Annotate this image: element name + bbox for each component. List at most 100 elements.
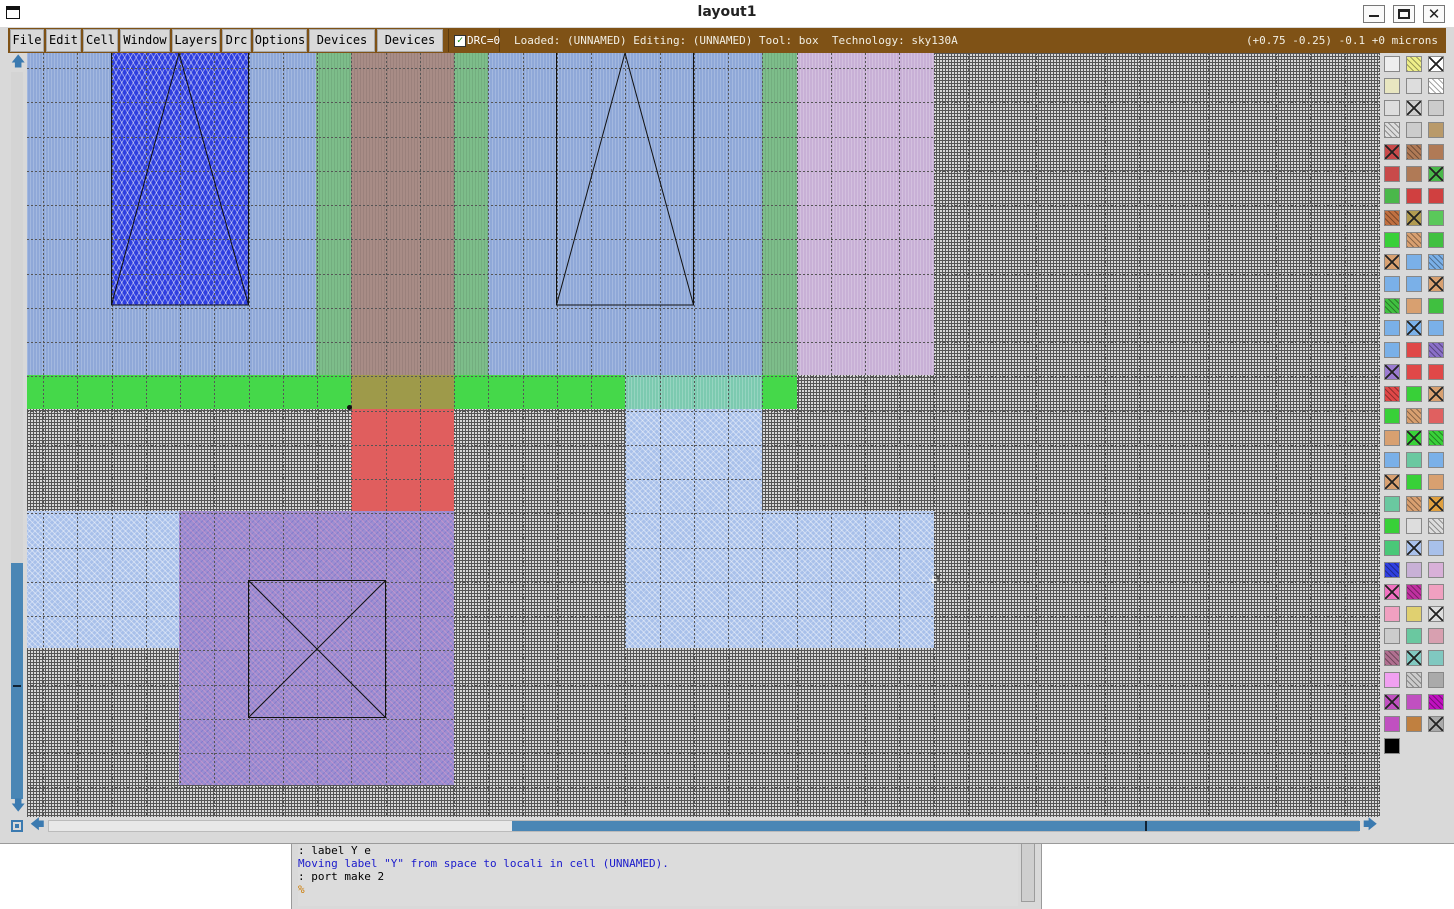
layout-canvas[interactable]: Y bbox=[27, 53, 1380, 817]
layer-swatch[interactable] bbox=[1406, 386, 1422, 402]
layer-swatch[interactable] bbox=[1384, 122, 1400, 138]
layer-swatch[interactable] bbox=[1406, 276, 1422, 292]
drc-toggle[interactable]: ✓ DRC=0 bbox=[448, 29, 500, 52]
menu-devices-2[interactable]: Devices 2 bbox=[377, 29, 443, 68]
close-button[interactable]: ✕ bbox=[1423, 5, 1445, 23]
menu-cell[interactable]: Cell bbox=[83, 29, 118, 52]
layer-swatch[interactable] bbox=[1384, 144, 1400, 160]
layer-swatch[interactable] bbox=[1428, 78, 1444, 94]
minimize-button[interactable] bbox=[1363, 5, 1385, 23]
layer-swatch[interactable] bbox=[1406, 694, 1422, 710]
console-scrollbar[interactable] bbox=[1021, 842, 1035, 902]
layer-swatch[interactable] bbox=[1428, 408, 1444, 424]
layer-swatch[interactable] bbox=[1428, 320, 1444, 336]
scroll-left-arrow-icon[interactable]: 🡄 bbox=[30, 818, 44, 832]
layer-swatch[interactable] bbox=[1406, 254, 1422, 270]
layer-swatch[interactable] bbox=[1406, 672, 1422, 688]
layer-swatch[interactable] bbox=[1428, 342, 1444, 358]
layer-swatch[interactable] bbox=[1406, 540, 1422, 556]
layer-swatch[interactable] bbox=[1406, 364, 1422, 380]
menu-drc[interactable]: Drc bbox=[222, 29, 251, 52]
layer-swatch[interactable] bbox=[1428, 628, 1444, 644]
layer-swatch[interactable] bbox=[1406, 496, 1422, 512]
scroll-right-arrow-icon[interactable]: 🡆 bbox=[1363, 818, 1377, 832]
drc-checkbox[interactable]: ✓ bbox=[454, 35, 466, 47]
layer-swatch[interactable] bbox=[1384, 584, 1400, 600]
layer-swatch[interactable] bbox=[1406, 100, 1422, 116]
layer-swatch[interactable] bbox=[1406, 166, 1422, 182]
layer-swatch[interactable] bbox=[1384, 672, 1400, 688]
layer-swatch[interactable] bbox=[1406, 584, 1422, 600]
layer-swatch[interactable] bbox=[1384, 606, 1400, 622]
layer-swatch[interactable] bbox=[1428, 122, 1444, 138]
menu-layers[interactable]: Layers bbox=[172, 29, 220, 52]
layer-swatch[interactable] bbox=[1384, 78, 1400, 94]
layer-swatch[interactable] bbox=[1406, 430, 1422, 446]
layer-swatch[interactable] bbox=[1428, 100, 1444, 116]
layer-swatch[interactable] bbox=[1384, 254, 1400, 270]
layer-swatch[interactable] bbox=[1384, 386, 1400, 402]
layer-swatch[interactable] bbox=[1406, 474, 1422, 490]
layer-swatch[interactable] bbox=[1406, 78, 1422, 94]
layer-swatch[interactable] bbox=[1406, 408, 1422, 424]
layer-swatch[interactable] bbox=[1384, 452, 1400, 468]
menu-window[interactable]: Window bbox=[120, 29, 170, 52]
layer-swatch[interactable] bbox=[1428, 694, 1444, 710]
port-label[interactable]: Y bbox=[935, 573, 941, 584]
layer-swatch[interactable] bbox=[1406, 122, 1422, 138]
layer-swatch[interactable] bbox=[1428, 518, 1444, 534]
layer-swatch[interactable] bbox=[1428, 210, 1444, 226]
layer-swatch[interactable] bbox=[1384, 716, 1400, 732]
horizontal-scroll-thumb[interactable] bbox=[512, 821, 1360, 831]
horizontal-scrollbar[interactable]: 🡄 🡆 bbox=[8, 817, 1380, 835]
layer-swatch[interactable] bbox=[1384, 474, 1400, 490]
vertical-scrollbar[interactable]: 🡅 🡇 bbox=[8, 53, 26, 817]
menu-edit[interactable]: Edit bbox=[46, 29, 81, 52]
layer-swatch[interactable] bbox=[1406, 342, 1422, 358]
menu-devices-1[interactable]: Devices 1 bbox=[309, 29, 375, 68]
layer-swatch[interactable] bbox=[1406, 320, 1422, 336]
layer-swatch[interactable] bbox=[1406, 716, 1422, 732]
layer-swatch[interactable] bbox=[1428, 232, 1444, 248]
layer-swatch[interactable] bbox=[1406, 650, 1422, 666]
layer-swatch[interactable] bbox=[1428, 584, 1444, 600]
scroll-up-arrow-icon[interactable]: 🡅 bbox=[11, 55, 25, 69]
layer-swatch[interactable] bbox=[1384, 188, 1400, 204]
layer-swatch[interactable] bbox=[1428, 254, 1444, 270]
layer-swatch[interactable] bbox=[1428, 56, 1444, 72]
layer-swatch[interactable] bbox=[1406, 210, 1422, 226]
layer-swatch[interactable] bbox=[1384, 562, 1400, 578]
layer-swatch[interactable] bbox=[1406, 298, 1422, 314]
layer-swatch[interactable] bbox=[1428, 298, 1444, 314]
layer-swatch[interactable] bbox=[1384, 56, 1400, 72]
layer-swatch[interactable] bbox=[1428, 166, 1444, 182]
layer-swatch[interactable] bbox=[1384, 298, 1400, 314]
layer-swatch[interactable] bbox=[1406, 606, 1422, 622]
layer-swatch[interactable] bbox=[1428, 606, 1444, 622]
layer-swatch[interactable] bbox=[1428, 430, 1444, 446]
layer-swatch[interactable] bbox=[1406, 144, 1422, 160]
layer-swatch[interactable] bbox=[1428, 672, 1444, 688]
layer-swatch[interactable] bbox=[1384, 232, 1400, 248]
layer-swatch[interactable] bbox=[1428, 562, 1444, 578]
layer-swatch[interactable] bbox=[1428, 188, 1444, 204]
layer-swatch[interactable] bbox=[1384, 342, 1400, 358]
menu-options[interactable]: Options bbox=[253, 29, 307, 52]
layer-swatch[interactable] bbox=[1428, 650, 1444, 666]
layer-swatch[interactable] bbox=[1384, 540, 1400, 556]
layer-swatch[interactable] bbox=[1428, 386, 1444, 402]
layer-swatch[interactable] bbox=[1384, 166, 1400, 182]
layer-swatch[interactable] bbox=[1406, 452, 1422, 468]
layer-swatch[interactable] bbox=[1384, 628, 1400, 644]
layer-swatch[interactable] bbox=[1384, 100, 1400, 116]
layer-swatch[interactable] bbox=[1384, 738, 1400, 754]
layer-swatch[interactable] bbox=[1384, 276, 1400, 292]
console-prompt[interactable]: % bbox=[298, 883, 1018, 896]
layer-swatch[interactable] bbox=[1406, 562, 1422, 578]
layer-swatch[interactable] bbox=[1428, 452, 1444, 468]
vertical-scroll-thumb[interactable] bbox=[11, 563, 23, 799]
layer-swatch[interactable] bbox=[1428, 276, 1444, 292]
layer-swatch[interactable] bbox=[1428, 144, 1444, 160]
horizontal-scroll-track[interactable] bbox=[48, 820, 1360, 832]
layer-swatch[interactable] bbox=[1384, 518, 1400, 534]
